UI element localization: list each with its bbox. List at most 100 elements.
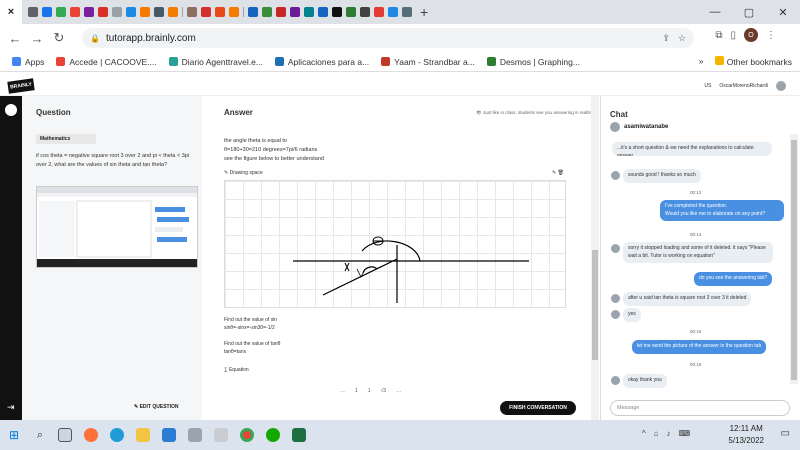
tab-favicon[interactable] [248,7,258,17]
chat-timestamp: 00:12 [690,190,702,195]
other-bookmarks-button[interactable]: Other bookmarks [715,56,792,67]
language-icon[interactable]: ⌨ [678,429,690,438]
upwork-icon[interactable] [260,422,286,448]
tab-favicon[interactable] [70,7,80,17]
equation-button[interactable]: ∑ Equation [224,367,249,373]
firefox-icon[interactable] [78,422,104,448]
sidepanel-icon[interactable]: ▯ [730,30,736,41]
windows-start-icon[interactable]: ⊞ [0,428,28,442]
url-text[interactable]: tutorapp.brainly.com [106,33,196,44]
chat-user: asamiwatanabe [610,122,668,132]
answer-line: sinθ=-sinx=-sin30=-1/2 [224,325,275,331]
tab-favicon[interactable] [28,7,38,17]
tutor-status-icon[interactable] [5,104,17,116]
tab-favicon[interactable] [187,7,197,17]
toolbar-item[interactable]: 1 [368,388,371,394]
maximize-button[interactable]: ▢ [732,6,766,19]
store-icon[interactable] [156,422,182,448]
close-tab-button[interactable]: × [0,0,22,24]
bookmark-diario[interactable]: Diario Agenttravel.e... [168,57,263,67]
bookmark-apps[interactable]: Apps [12,57,44,67]
tab-favicon[interactable] [154,7,164,17]
edit-question-button[interactable]: ✎ EDIT QUESTION [134,404,179,410]
tab-favicon[interactable] [168,7,178,17]
apps-grid-icon [12,57,21,66]
profile-avatar[interactable]: O [744,28,758,42]
photos-icon[interactable] [208,422,234,448]
bookmark-star-icon[interactable]: ☆ [678,33,686,44]
drawing-canvas[interactable] [224,180,566,308]
menu-kebab-icon[interactable]: ⋮ [766,30,776,41]
volume-icon[interactable]: ♪ [666,429,670,438]
tab-favicon[interactable] [201,7,211,17]
toolbar-item[interactable]: 1 [355,388,358,394]
tab-favicon[interactable] [98,7,108,17]
close-window-button[interactable]: ✕ [766,6,800,19]
user-avatar[interactable] [776,81,786,91]
tab-favicon[interactable] [360,7,370,17]
paint-icon[interactable] [182,422,208,448]
bookmark-aplicaciones[interactable]: Aplicaciones para a... [274,57,369,67]
answer-text-continued[interactable]: Find out the value of sin sinθ=-sinx=-si… [224,316,280,356]
new-tab-button[interactable]: + [420,4,428,20]
user-name[interactable]: OscarMorenoRichardi [719,83,768,89]
pen-icon[interactable]: ✎ [552,170,556,176]
tab-favicon[interactable] [332,7,342,17]
bookmark-accede[interactable]: Accede | CACOOVE.... [56,57,157,67]
tab-favicon[interactable] [346,7,356,17]
tab-favicon[interactable] [112,7,122,17]
tab-favicon[interactable] [42,7,52,17]
tab-favicon[interactable] [262,7,272,17]
chrome-icon[interactable] [234,422,260,448]
answer-text[interactable]: the angle theta is equal to θ=180+30=210… [224,137,324,163]
tab-favicon[interactable] [140,7,150,17]
network-icon[interactable]: ⌂ [654,429,659,438]
tab-favicon[interactable] [126,7,136,17]
tab-favicon[interactable] [56,7,66,17]
finish-conversation-button[interactable]: FINISH CONVERSATION [500,401,576,415]
edge-icon[interactable] [104,422,130,448]
bookmarks-overflow-button[interactable]: » [699,56,704,67]
puzzle-icon[interactable]: ⧉ [715,30,722,41]
message-input[interactable]: Message [610,400,790,416]
minimize-button[interactable]: — [698,6,732,18]
share-icon[interactable]: ⇪ [662,33,670,44]
bookmark-yaam[interactable]: Yaam - Strandbar a... [381,57,475,67]
chat-message: yes [623,308,641,322]
chat-scroll-thumb[interactable] [791,140,797,380]
tab-favicon[interactable] [276,7,286,17]
logout-icon[interactable]: ⇥ [7,402,15,413]
toolbar-item[interactable]: … [340,388,345,394]
tab-favicon[interactable] [215,7,225,17]
chevron-up-icon[interactable]: ^ [642,429,646,438]
tab-favicon[interactable] [388,7,398,17]
back-icon[interactable]: ← [4,31,26,46]
question-attachment-thumbnail[interactable] [36,186,198,268]
bookmark-desmos[interactable]: Desmos | Graphing... [486,57,580,67]
toolbar-item[interactable]: √3 [381,388,387,394]
search-icon[interactable]: ⌕ [28,429,52,442]
taskbar-clock[interactable]: 12:11 AM 5/13/2022 [728,423,764,447]
forward-icon[interactable]: → [26,31,48,46]
notification-icon[interactable]: ▭ [781,428,790,439]
tab-favicon[interactable] [290,7,300,17]
tab-favicon[interactable] [304,7,314,17]
toolbar-item[interactable]: … [396,388,401,394]
drawing-header: ✎ Drawing space ✎ 🗑 [224,170,564,176]
tab-favicon[interactable] [229,7,239,17]
tab-strip: × + — ▢ ✕ [0,0,800,24]
omnibox[interactable]: 🔒 tutorapp.brainly.com ⇪ ☆ [82,28,694,48]
tab-favicon[interactable] [84,7,94,17]
answer-scroll-thumb[interactable] [592,250,598,360]
file-explorer-icon[interactable] [130,422,156,448]
trash-icon[interactable]: 🗑 [558,170,564,176]
tab-favicon[interactable] [318,7,328,17]
brainly-logo[interactable]: BRAINLY [7,78,35,94]
lock-icon[interactable]: 🔒 [90,34,100,43]
tab-favicon[interactable] [402,7,412,17]
task-view-icon[interactable] [52,422,78,448]
address-bar-row: ← → ↻ 🔒 tutorapp.brainly.com ⇪ ☆ ⧉ ▯ O ⋮ [0,24,800,52]
tab-favicon[interactable] [374,7,384,17]
excel-icon[interactable] [286,422,312,448]
reload-icon[interactable]: ↻ [48,30,70,46]
